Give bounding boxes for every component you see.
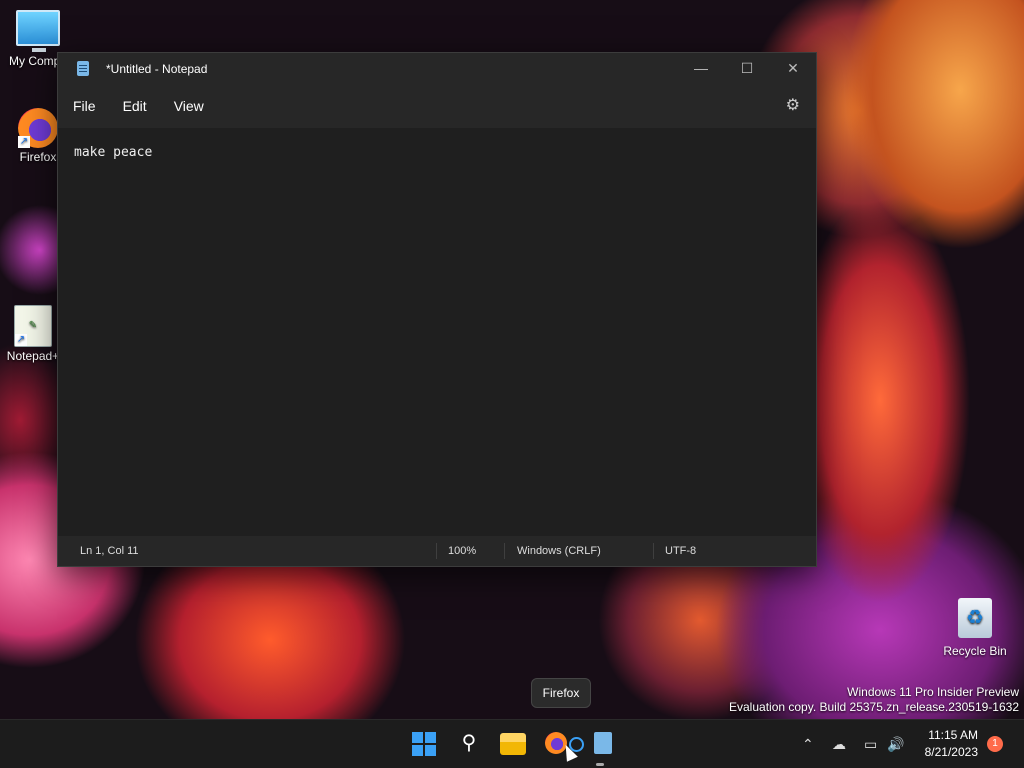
status-cursor-position: Ln 1, Col 11 (80, 545, 139, 557)
menu-bar: File Edit View ⚙ (58, 84, 816, 128)
status-zoom: 100% (448, 545, 477, 557)
notification-badge[interactable]: 1 (987, 736, 1003, 752)
shortcut-arrow-icon: ↗ (15, 334, 27, 346)
status-encoding: UTF-8 (665, 545, 697, 557)
editor-text: make peace (74, 145, 153, 160)
status-line-ending: Windows (CRLF) (517, 545, 601, 557)
menu-file[interactable]: File (59, 98, 109, 114)
taskbar-notepad-icon[interactable] (590, 730, 616, 756)
watermark-line-2: Evaluation copy. Build 25375.zn_release.… (729, 700, 1019, 714)
text-editor-area[interactable]: make peace (58, 128, 816, 536)
status-bar: Ln 1, Col 11 100% Windows (CRLF) UTF-8 (58, 536, 816, 566)
shortcut-arrow-icon: ↗ (18, 136, 30, 148)
notepad-app-icon (594, 732, 612, 754)
minimize-button[interactable]: — (678, 53, 724, 84)
network-disconnected-icon[interactable]: ☁ (832, 720, 846, 768)
title-bar[interactable]: *Untitled - Notepad — ☐ ✕ (58, 53, 816, 84)
system-clock[interactable]: 11:15 AM 8/21/2023 (925, 727, 978, 761)
show-hidden-icons-chevron[interactable]: ⌃ (802, 720, 814, 768)
notepad-window: *Untitled - Notepad — ☐ ✕ File Edit View… (57, 52, 817, 567)
desktop-icon-recycle-bin[interactable]: ♻ Recycle Bin (940, 598, 1010, 658)
search-icon[interactable]: ⚲ (456, 730, 482, 756)
recycle-bin-icon: ♻ (958, 598, 992, 638)
close-button[interactable]: ✕ (770, 53, 816, 84)
settings-gear-icon[interactable]: ⚙ (786, 95, 800, 115)
volume-icon[interactable]: 🔊 (887, 720, 904, 768)
clock-date: 8/21/2023 (924, 745, 978, 759)
firefox-tooltip: Firefox (531, 678, 591, 708)
desktop-icon-label: Recycle Bin (943, 644, 1007, 658)
taskbar: ⚲ ⌃ ☁ ▭ 🔊 11:15 AM 8/21/2023 1 (0, 719, 1024, 768)
windows-watermark: Windows 11 Pro Insider Preview Evaluatio… (729, 685, 1019, 715)
menu-view[interactable]: View (160, 98, 217, 114)
window-title: *Untitled - Notepad (106, 61, 208, 76)
network-icon[interactable]: ▭ (864, 720, 877, 768)
firefox-icon: ↗ (18, 108, 58, 148)
computer-icon (16, 10, 60, 52)
active-app-indicator (596, 763, 604, 766)
windows-logo-icon (425, 745, 436, 756)
windows-logo-icon (412, 745, 423, 756)
file-explorer-icon[interactable] (500, 733, 526, 755)
notepad-app-icon (77, 61, 89, 76)
notepadpp-icon: ✎ ↗ (14, 305, 52, 347)
windows-logo-icon (425, 732, 436, 743)
maximize-button[interactable]: ☐ (724, 53, 770, 84)
watermark-line-1: Windows 11 Pro Insider Preview (847, 685, 1019, 699)
windows-logo-icon (412, 732, 423, 743)
menu-edit[interactable]: Edit (109, 98, 160, 114)
clock-time: 11:15 AM (928, 728, 978, 742)
start-button[interactable] (412, 732, 436, 756)
